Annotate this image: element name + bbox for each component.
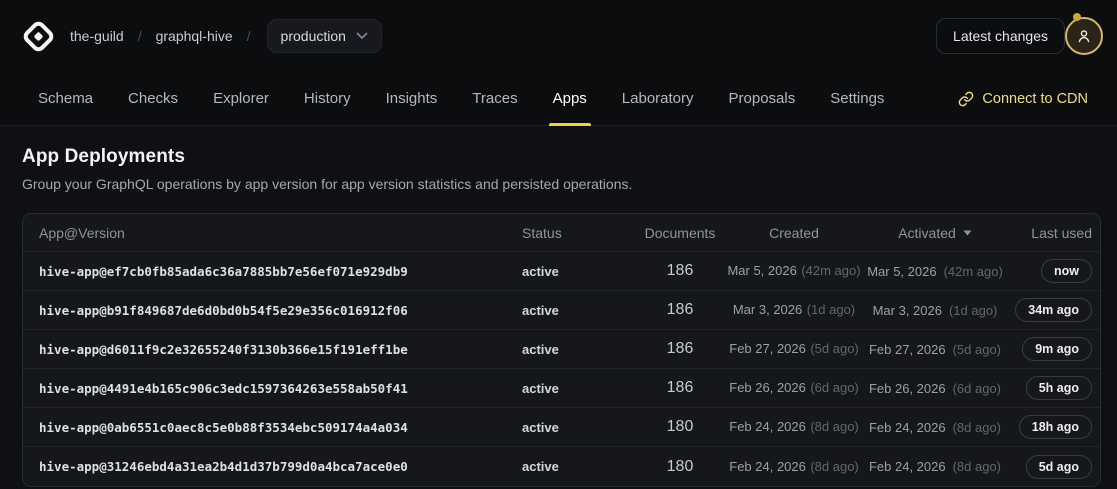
documents-cell: 186 <box>634 340 726 358</box>
last-used-badge: now <box>1041 259 1092 283</box>
table-row[interactable]: hive-app@4491e4b165c906c3edc1597364263e5… <box>23 369 1100 408</box>
target-selector[interactable]: production <box>267 19 382 53</box>
app-version-cell: hive-app@b91f849687de6d0bd0b54f5e29e356c… <box>31 303 514 318</box>
latest-changes-label: Latest changes <box>953 28 1048 44</box>
last-used-badge: 34m ago <box>1015 298 1092 322</box>
last-used-cell: 5h ago <box>1008 376 1092 400</box>
tab-checks[interactable]: Checks <box>127 72 179 125</box>
last-used-cell: now <box>1008 259 1092 283</box>
last-used-badge: 18h ago <box>1019 415 1092 439</box>
breadcrumb-separator: / <box>247 28 251 44</box>
activated-cell: Feb 27, 2026 (5d ago) <box>862 342 1008 357</box>
tab-apps[interactable]: Apps <box>552 72 588 125</box>
chevron-down-icon <box>356 32 368 40</box>
app-version-cell: hive-app@31246ebd4a31ea2b4d1d37b799d0a4b… <box>31 459 514 474</box>
notification-dot <box>1073 13 1081 21</box>
created-cell: Mar 5, 2026 (42m ago) <box>726 262 862 280</box>
status-cell: active <box>514 420 634 435</box>
table-row[interactable]: hive-app@31246ebd4a31ea2b4d1d37b799d0a4b… <box>23 447 1100 486</box>
topbar-right: Latest changes <box>936 17 1103 55</box>
tab-schema[interactable]: Schema <box>37 72 94 125</box>
breadcrumb-separator: / <box>138 28 142 44</box>
column-header-status: Status <box>514 225 634 241</box>
breadcrumb: the-guild / graphql-hive / production <box>70 19 382 53</box>
column-header-documents: Documents <box>634 225 726 241</box>
last-used-cell: 9m ago <box>1008 337 1092 361</box>
documents-cell: 186 <box>634 262 726 280</box>
connect-to-cdn-label: Connect to CDN <box>982 91 1088 107</box>
hive-logo-icon <box>20 18 55 53</box>
activated-cell: Mar 5, 2026 (42m ago) <box>862 264 1008 279</box>
status-cell: active <box>514 381 634 396</box>
tab-traces[interactable]: Traces <box>471 72 518 125</box>
tab-explorer[interactable]: Explorer <box>212 72 270 125</box>
page-title: App Deployments <box>22 146 1101 168</box>
target-selector-value: production <box>281 28 346 44</box>
hive-logo[interactable] <box>20 18 56 54</box>
created-cell: Feb 24, 2026 (8d ago) <box>726 418 862 436</box>
documents-cell: 186 <box>634 301 726 319</box>
tab-insights[interactable]: Insights <box>385 72 439 125</box>
tab-proposals[interactable]: Proposals <box>728 72 797 125</box>
app-version-cell: hive-app@0ab6551c0aec8c5e0b88f3534ebc509… <box>31 420 514 435</box>
tabs: Schema Checks Explorer History Insights … <box>37 72 885 125</box>
table-header-row: App@Version Status Documents Created Act… <box>23 214 1100 252</box>
documents-cell: 180 <box>634 418 726 436</box>
page-description: Group your GraphQL operations by app ver… <box>22 176 1101 192</box>
tab-bar: Schema Checks Explorer History Insights … <box>0 72 1117 126</box>
link-icon <box>958 91 974 107</box>
created-cell: Feb 26, 2026 (6d ago) <box>726 379 862 397</box>
last-used-badge: 5h ago <box>1026 376 1092 400</box>
tab-history[interactable]: History <box>303 72 352 125</box>
app-header: the-guild / graphql-hive / production La… <box>0 0 1117 126</box>
app-version-cell: hive-app@d6011f9c2e32655240f3130b366e15f… <box>31 342 514 357</box>
activated-cell: Feb 24, 2026 (8d ago) <box>862 420 1008 435</box>
status-cell: active <box>514 459 634 474</box>
documents-cell: 186 <box>634 379 726 397</box>
created-cell: Feb 24, 2026 (8d ago) <box>726 458 862 476</box>
tab-laboratory[interactable]: Laboratory <box>621 72 695 125</box>
app-version-cell: hive-app@ef7cb0fb85ada6c36a7885bb7e56ef0… <box>31 264 514 279</box>
activated-cell: Mar 3, 2026 (1d ago) <box>862 303 1008 318</box>
last-used-badge: 5d ago <box>1026 455 1092 479</box>
sort-descending-icon <box>963 230 972 236</box>
top-bar: the-guild / graphql-hive / production La… <box>0 0 1117 72</box>
app-version-cell: hive-app@4491e4b165c906c3edc1597364263e5… <box>31 381 514 396</box>
created-cell: Mar 3, 2026 (1d ago) <box>726 301 862 319</box>
status-cell: active <box>514 342 634 357</box>
tab-settings[interactable]: Settings <box>829 72 885 125</box>
column-header-created: Created <box>726 225 862 241</box>
created-cell: Feb 27, 2026 (5d ago) <box>726 340 862 358</box>
main-content: App Deployments Group your GraphQL opera… <box>0 126 1117 487</box>
table-row[interactable]: hive-app@d6011f9c2e32655240f3130b366e15f… <box>23 330 1100 369</box>
app-deployments-table: App@Version Status Documents Created Act… <box>22 213 1101 487</box>
table-row[interactable]: hive-app@b91f849687de6d0bd0b54f5e29e356c… <box>23 291 1100 330</box>
column-header-last-used: Last used <box>1008 225 1092 241</box>
table-row[interactable]: hive-app@0ab6551c0aec8c5e0b88f3534ebc509… <box>23 408 1100 447</box>
documents-cell: 180 <box>634 458 726 476</box>
table-row[interactable]: hive-app@ef7cb0fb85ada6c36a7885bb7e56ef0… <box>23 252 1100 291</box>
status-cell: active <box>514 303 634 318</box>
last-used-cell: 34m ago <box>1008 298 1092 322</box>
last-used-cell: 18h ago <box>1008 415 1092 439</box>
latest-changes-button[interactable]: Latest changes <box>936 18 1065 54</box>
column-header-app-version: App@Version <box>31 225 514 241</box>
status-cell: active <box>514 264 634 279</box>
user-avatar[interactable] <box>1065 17 1103 55</box>
last-used-cell: 5d ago <box>1008 455 1092 479</box>
breadcrumb-project[interactable]: graphql-hive <box>156 28 233 44</box>
connect-to-cdn-link[interactable]: Connect to CDN <box>958 72 1088 125</box>
breadcrumb-org[interactable]: the-guild <box>70 28 124 44</box>
activated-cell: Feb 26, 2026 (6d ago) <box>862 381 1008 396</box>
user-icon <box>1075 27 1093 45</box>
last-used-badge: 9m ago <box>1022 337 1092 361</box>
activated-cell: Feb 24, 2026 (8d ago) <box>862 459 1008 474</box>
column-header-activated[interactable]: Activated <box>862 225 1008 241</box>
